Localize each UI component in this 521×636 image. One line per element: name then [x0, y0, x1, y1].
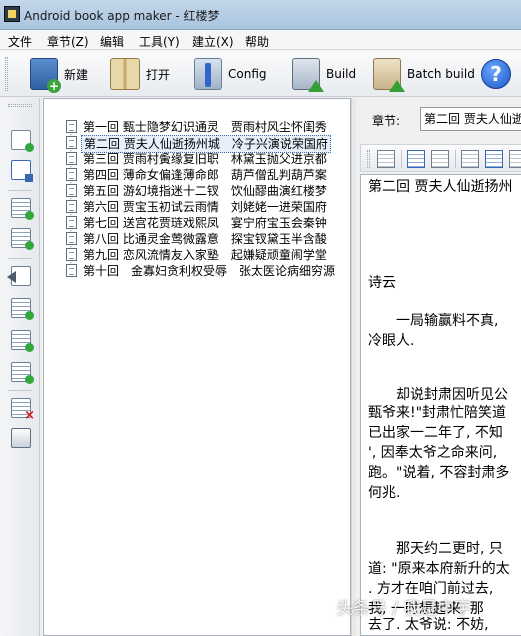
batch-build-button-label: Batch build: [407, 67, 475, 81]
delete-chapter-icon[interactable]: [11, 398, 35, 423]
trash-icon[interactable]: [11, 428, 31, 448]
editor-line: 道: "原来本府新升的太: [368, 561, 510, 577]
format-divider: [455, 150, 456, 168]
batch-build-button[interactable]: Batch build: [373, 55, 475, 93]
editor-line: 已出家一二年了, 不知: [368, 425, 503, 441]
editor-line: 跑。"说着, 不容封肃多: [368, 465, 510, 481]
chapter-title: 第三回 贾雨村夤缘复旧职 林黛玉抛父进京都: [83, 152, 327, 166]
new-button-label: 新建: [64, 67, 89, 82]
move-chapter-icon[interactable]: [11, 298, 34, 320]
menu-help[interactable]: 帮助: [245, 33, 269, 50]
editor-line: 第二回 贾夫人仙逝扬州: [368, 179, 513, 195]
replace-icon[interactable]: [509, 150, 521, 168]
chapter-toolbar-divider: [8, 190, 32, 191]
chapter-doc-icon: [66, 232, 77, 245]
editor-line: 甄爷来!"封肃忙陪笑道: [368, 405, 507, 421]
cut-icon[interactable]: [461, 150, 479, 168]
chapter-doc-icon: [66, 136, 77, 149]
chapter-label: 章节:: [372, 114, 401, 128]
editor-line: 那天约二更时, 只: [368, 541, 503, 557]
editor-line: 一局输赢料不真,: [368, 313, 499, 329]
menu-build[interactable]: 建立(X): [192, 33, 234, 50]
app-icon: [4, 6, 20, 22]
import-chapter-icon[interactable]: [11, 130, 34, 152]
config-icon: [194, 58, 222, 90]
chapter-title: 第五回 游幻境指迷十二钗 饮仙醪曲演红楼梦: [83, 184, 327, 198]
format-divider: [401, 150, 402, 168]
config-button-label: Config: [228, 67, 267, 81]
paste-icon[interactable]: [431, 150, 449, 168]
build-button-label: Build: [326, 67, 357, 81]
open-book-icon: [110, 58, 140, 90]
copy-icon[interactable]: [407, 150, 425, 168]
chapter-doc-icon: [66, 120, 77, 133]
chapter-tree[interactable]: 第一回 甄士隐梦幻识通灵 贾雨村风尘怀闺秀 第二回 贾夫人仙逝扬州城 冷子兴演说…: [43, 98, 351, 636]
editor-line: 诗云: [368, 275, 396, 291]
chapter-doc-icon: [66, 184, 77, 197]
format-toolbar: [360, 144, 521, 172]
menu-file[interactable]: 文件: [8, 33, 32, 50]
new-button[interactable]: 新建: [30, 55, 88, 93]
new-book-icon: [30, 58, 61, 93]
chapter-title: 第八回 比通灵金莺微露意 探宝钗黛玉半含酸: [83, 232, 327, 246]
chapter-title: 第六回 贾宝玉初试云雨情 刘姥姥一进荣国府: [83, 200, 327, 214]
add-chapter-icon[interactable]: [11, 198, 34, 220]
chapter-doc-icon: [66, 248, 77, 261]
chapter-doc-icon: [66, 200, 77, 213]
move-chapter-down-icon[interactable]: [11, 330, 34, 352]
editor-line: 却说封肃因听见公: [368, 387, 508, 403]
chapter-title: 第十回 金寡妇贪利权受辱 张太医论病细穷源: [83, 264, 336, 278]
chapter-title: 第四回 薄命女偏逢薄命郎 葫芦僧乱判葫芦案: [83, 168, 327, 182]
open-button[interactable]: 打开: [110, 55, 170, 93]
title-bar: Android book app maker - 红楼梦: [0, 0, 521, 30]
chapter-doc-icon: [66, 216, 77, 229]
chapter-toolbar-divider: [8, 390, 32, 391]
chapter-editor-panel: 章节: 第二回 贾夫人仙逝扬州城 第二回 贾夫人仙逝扬州 诗云 一局输赢料不真,…: [356, 98, 521, 636]
chapter-toolbar: [0, 98, 40, 636]
add-sub-chapter-icon[interactable]: [11, 228, 34, 250]
chapter-toolbar-grip[interactable]: [8, 104, 32, 107]
outdent-chapter-icon[interactable]: [7, 266, 31, 286]
help-button[interactable]: ?: [481, 55, 511, 93]
chapter-doc-icon: [66, 264, 77, 277]
chapter-title: 第七回 送宫花贾琏戏熙凤 宴宁府宝玉会秦钟: [83, 216, 327, 230]
menu-chapter[interactable]: 章节(Z): [47, 33, 89, 50]
config-button[interactable]: Config: [194, 55, 267, 93]
editor-line: 去了. 太爷说: 不妨,: [368, 617, 489, 633]
open-button-label: 打开: [146, 67, 171, 82]
toolbar-grip[interactable]: [5, 57, 8, 91]
find-icon[interactable]: [485, 150, 503, 168]
editor-line: 何兆.: [368, 485, 401, 501]
paragraph-icon[interactable]: [377, 150, 395, 168]
batch-build-icon: [373, 58, 405, 92]
editor-line: 冷眼人.: [368, 333, 415, 349]
menu-edit[interactable]: 编辑: [100, 33, 124, 50]
help-icon: ?: [481, 59, 511, 89]
window-title: Android book app maker - 红楼梦: [24, 9, 220, 23]
chapter-title-input[interactable]: 第二回 贾夫人仙逝扬州城: [420, 107, 521, 131]
chapter-toolbar-divider: [8, 258, 32, 259]
menu-bar: 文件 章节(Z) 编辑 工具(Y) 建立(X) 帮助: [0, 30, 521, 50]
chapter-doc-icon: [66, 152, 77, 165]
chapter-title: 第一回 甄士隐梦幻识通灵 贾雨村风尘怀闺秀: [83, 120, 327, 134]
chapter-doc-icon: [66, 168, 77, 181]
chapter-text-editor[interactable]: 第二回 贾夫人仙逝扬州 诗云 一局输赢料不真, 冷眼人. 却说封肃因听见公 甄爷…: [360, 174, 521, 636]
main-toolbar: 新建 打开 Config Build Batch build ?: [0, 51, 521, 97]
format-toolbar-grip[interactable]: [367, 150, 370, 168]
menu-tools[interactable]: 工具(Y): [139, 33, 180, 50]
build-button[interactable]: Build: [292, 55, 356, 93]
build-icon: [292, 58, 324, 92]
editor-line: ', 因奉太爷之命来问,: [368, 445, 498, 461]
chapter-title: 第九回 恋风流情友入家塾 起嫌疑顽童闹学堂: [83, 248, 327, 262]
save-chapter-icon[interactable]: [11, 160, 33, 182]
edit-chapter-icon[interactable]: [11, 362, 34, 384]
editor-line: . 方才在咱门前过去,: [368, 581, 494, 597]
